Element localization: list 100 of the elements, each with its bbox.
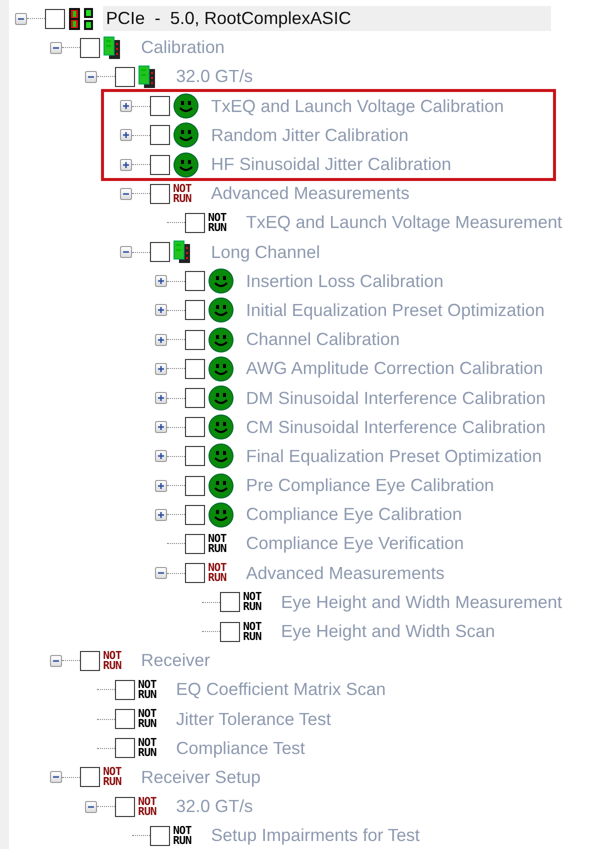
expander-button[interactable] bbox=[155, 480, 167, 492]
checkbox[interactable] bbox=[185, 271, 205, 292]
expander-button[interactable] bbox=[120, 246, 132, 258]
expander-button[interactable] bbox=[155, 421, 167, 434]
plus-icon bbox=[156, 305, 166, 316]
expander-button[interactable] bbox=[155, 567, 167, 580]
tree-item[interactable]: Calibration bbox=[138, 35, 228, 60]
smiley-icon bbox=[208, 502, 234, 528]
expander-button[interactable] bbox=[50, 654, 62, 667]
smiley-icon bbox=[208, 326, 234, 353]
expander-button[interactable] bbox=[15, 12, 27, 25]
module-icon bbox=[138, 64, 156, 89]
expander-button[interactable] bbox=[120, 129, 132, 142]
checkbox[interactable] bbox=[80, 38, 100, 58]
tree-item[interactable]: Jitter Tolerance Test bbox=[173, 706, 334, 732]
expander-button[interactable] bbox=[85, 800, 97, 813]
tree-item[interactable]: 32.0 GT/s bbox=[173, 794, 256, 820]
expander-button[interactable] bbox=[155, 334, 167, 346]
tree-item[interactable]: Eye Height and Width Measurement bbox=[278, 590, 566, 615]
tree-item[interactable]: Pre Compliance Eye Calibration bbox=[243, 473, 498, 498]
checkbox[interactable] bbox=[150, 125, 170, 146]
expander-button[interactable] bbox=[120, 188, 132, 200]
expander-button[interactable] bbox=[155, 508, 167, 521]
checkbox[interactable] bbox=[185, 388, 205, 408]
status-label: NOT RUN bbox=[173, 184, 192, 204]
expander-button[interactable] bbox=[120, 158, 132, 171]
status-label: NOT RUN bbox=[138, 796, 158, 817]
expander-button[interactable] bbox=[155, 275, 167, 288]
status-label: NOT RUN bbox=[138, 709, 158, 730]
tree-item[interactable]: Channel Calibration bbox=[243, 327, 403, 352]
tree-item[interactable]: Insertion Loss Calibration bbox=[243, 268, 446, 294]
checkbox[interactable] bbox=[115, 738, 135, 758]
tree-item[interactable]: Random Jitter Calibration bbox=[208, 122, 412, 148]
status-label: NOT RUN bbox=[243, 622, 262, 642]
expander-button[interactable] bbox=[120, 100, 132, 112]
checkbox[interactable] bbox=[45, 8, 65, 29]
checkbox[interactable] bbox=[150, 154, 170, 175]
checkbox[interactable] bbox=[115, 680, 135, 700]
checkbox[interactable] bbox=[150, 826, 170, 846]
tree-item[interactable]: TxEQ and Launch Voltage Calibration bbox=[208, 94, 507, 119]
smiley-icon bbox=[208, 268, 234, 294]
checkbox[interactable] bbox=[185, 330, 205, 350]
tree-item[interactable]: TxEQ and Launch Voltage Measurement bbox=[243, 210, 566, 236]
tree-item[interactable]: Compliance Test bbox=[173, 736, 308, 761]
tree-item[interactable]: Final Equalization Preset Optimization bbox=[243, 444, 545, 469]
tree-item[interactable]: PCIe - 5.0, RootComplexASIC bbox=[103, 6, 552, 32]
checkbox[interactable] bbox=[185, 417, 205, 438]
expander-button[interactable] bbox=[85, 70, 97, 83]
tree-item[interactable]: Receiver Setup bbox=[138, 764, 264, 790]
expander-button[interactable] bbox=[155, 362, 167, 375]
tree-item[interactable]: DM Sinusoidal Interference Calibration bbox=[243, 386, 549, 411]
status-label: NOT RUN bbox=[138, 680, 158, 700]
tree-item[interactable]: 32.0 GT/s bbox=[173, 64, 256, 90]
expander-button[interactable] bbox=[155, 304, 167, 316]
tree-item[interactable]: Long Channel bbox=[208, 240, 323, 265]
smiley-icon bbox=[208, 297, 234, 324]
tree-item[interactable]: CM Sinusoidal Interference Calibration bbox=[243, 414, 549, 440]
expander-button[interactable] bbox=[155, 450, 167, 462]
tree-item[interactable]: AWG Amplitude Correction Calibration bbox=[243, 356, 546, 382]
checkbox[interactable] bbox=[115, 66, 135, 87]
smiley-icon bbox=[208, 443, 234, 470]
checkbox[interactable] bbox=[185, 446, 205, 466]
smiley-icon bbox=[208, 414, 234, 440]
checkbox[interactable] bbox=[220, 622, 240, 642]
tree-item[interactable]: Setup Impairments for Test bbox=[208, 823, 423, 848]
checkbox[interactable] bbox=[185, 476, 205, 496]
status-label: NOT RUN bbox=[103, 767, 122, 788]
tree-item[interactable]: Eye Height and Width Scan bbox=[278, 619, 498, 644]
checkbox[interactable] bbox=[185, 300, 205, 320]
tree-item[interactable]: Advanced Measurements bbox=[243, 560, 448, 586]
checkbox[interactable] bbox=[185, 534, 205, 554]
expander-button[interactable] bbox=[50, 771, 62, 784]
checkbox[interactable] bbox=[80, 767, 100, 788]
plus-icon bbox=[156, 422, 166, 432]
checkbox[interactable] bbox=[185, 563, 205, 584]
checkbox[interactable] bbox=[80, 650, 100, 671]
checkbox[interactable] bbox=[150, 242, 170, 262]
checkbox[interactable] bbox=[115, 796, 135, 817]
tree-item[interactable]: Compliance Eye Calibration bbox=[243, 502, 465, 528]
expander-button[interactable] bbox=[155, 392, 167, 404]
tree-item[interactable]: Initial Equalization Preset Optimization bbox=[243, 298, 548, 323]
tree-item[interactable]: Compliance Eye Verification bbox=[243, 531, 467, 556]
tree-item[interactable]: Receiver bbox=[138, 648, 214, 674]
plus-icon bbox=[121, 130, 131, 140]
checkbox[interactable] bbox=[185, 212, 205, 233]
checkbox[interactable] bbox=[185, 358, 205, 379]
tree-item[interactable]: EQ Coefficient Matrix Scan bbox=[173, 677, 389, 702]
checkbox[interactable] bbox=[150, 96, 170, 116]
checkbox[interactable] bbox=[220, 592, 240, 612]
status-label: NOT RUN bbox=[208, 534, 228, 554]
checkbox[interactable] bbox=[115, 709, 135, 730]
plus-icon bbox=[156, 334, 166, 345]
checkbox[interactable] bbox=[185, 504, 205, 525]
smiley-icon bbox=[208, 385, 234, 412]
tree-item[interactable]: HF Sinusoidal Jitter Calibration bbox=[208, 152, 454, 178]
module-icon bbox=[103, 36, 121, 60]
expander-button[interactable] bbox=[50, 42, 62, 54]
plus-icon bbox=[156, 393, 166, 404]
tree-item[interactable]: Advanced Measurements bbox=[208, 181, 412, 206]
checkbox[interactable] bbox=[150, 184, 170, 204]
